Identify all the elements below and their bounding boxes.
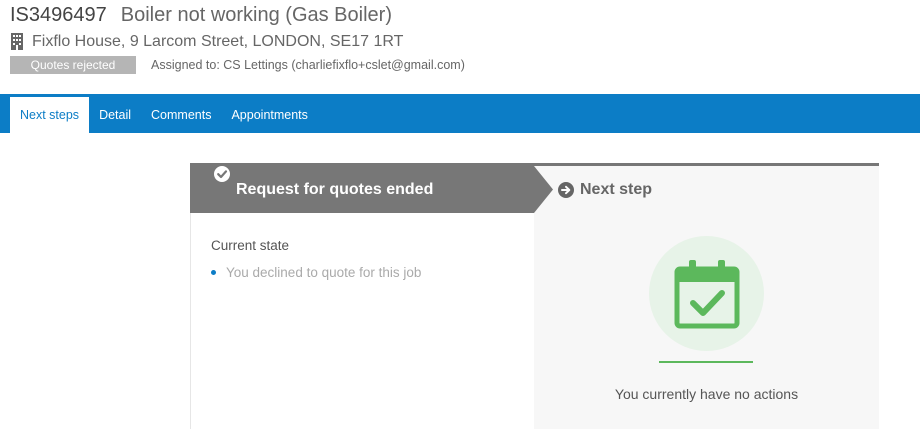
tab-next-steps[interactable]: Next steps [10, 97, 90, 133]
tab-bar: Next steps Detail Comments Appointments [0, 94, 920, 133]
calendar-check-icon [649, 236, 764, 351]
bullet-icon [211, 270, 216, 275]
arrow-circle-right-icon [558, 181, 574, 198]
no-actions-text: You currently have no actions [614, 386, 799, 402]
step-next: Next step [558, 166, 652, 213]
state-item-text: You declined to quote for this job [226, 265, 422, 280]
title-row: IS3496497 Boiler not working (Gas Boiler… [10, 4, 910, 30]
address-row: Fixflo House, 9 Larcom Street, LONDON, S… [10, 31, 910, 53]
job-header: IS3496497 Boiler not working (Gas Boiler… [10, 4, 910, 75]
status-row: Quotes rejected Assigned to: CS Lettings… [10, 55, 910, 75]
step-next-text: Next step [580, 180, 653, 198]
job-title: Boiler not working (Gas Boiler) [120, 4, 392, 26]
current-state-heading: Current state [211, 238, 290, 253]
tab-comments[interactable]: Comments [141, 97, 221, 133]
check-circle-icon [214, 166, 230, 198]
step-active-label: Request for quotes ended [214, 166, 433, 213]
state-item: You declined to quote for this job [211, 265, 421, 280]
status-badge: Quotes rejected [10, 56, 136, 74]
property-address: Fixflo House, 9 Larcom Street, LONDON, S… [32, 33, 404, 50]
tab-detail[interactable]: Detail [89, 97, 141, 133]
tab-appointments[interactable]: Appointments [221, 97, 317, 133]
divider [659, 361, 753, 363]
assigned-to: Assigned to: CS Lettings (charliefixflo+… [151, 58, 465, 72]
next-steps-panel: Current state You declined to quote for … [190, 163, 879, 429]
step-request-quotes-ended: Request for quotes ended [190, 166, 553, 213]
step-active-text: Request for quotes ended [236, 180, 434, 198]
job-id: IS3496497 [10, 4, 107, 26]
building-icon [10, 33, 26, 51]
